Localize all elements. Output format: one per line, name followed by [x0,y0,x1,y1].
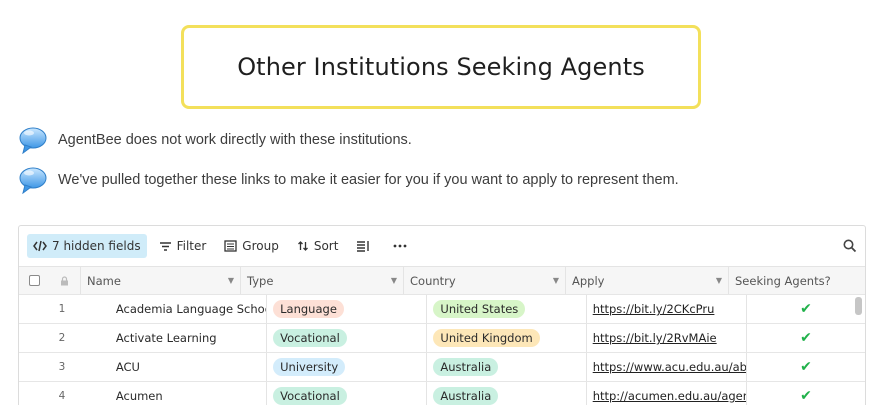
search-button[interactable] [843,239,857,253]
row-checkbox-cell [19,382,49,405]
country-tag: United States [433,300,526,318]
filter-button[interactable]: Filter [153,234,213,258]
table-body: 1 Academia Language School Language United … [19,295,865,405]
row-checkbox-cell [19,295,49,323]
filter-icon [159,241,171,251]
checkmark-icon: ✔ [800,301,812,317]
chevron-down-icon[interactable]: ▼ [391,276,397,285]
country-cell[interactable]: United States [427,295,587,323]
table-row[interactable]: 2 Activate Learning Vocational United Kingd… [19,324,865,353]
more-options-button[interactable] [387,234,418,258]
table-row[interactable]: 4 Acumen Vocational Australia http://acumen.… [19,382,865,405]
table-header: Name ▼ Type ▼ Country ▼ Apply ▼ Seeking … [19,267,865,295]
name-cell[interactable]: Acumen [110,382,268,405]
speech-bubble-icon [19,127,47,154]
apply-link[interactable]: https://bit.ly/2CKcPru [593,302,715,316]
hidden-fields-button[interactable]: 7 hidden fields [27,234,147,258]
note-text: We've pulled together these links to mak… [58,172,679,188]
search-icon [843,239,857,253]
sort-label: Sort [313,239,339,253]
row-height-icon [357,241,370,252]
checkmark-icon: ✔ [800,388,812,404]
code-icon [33,240,47,252]
name-value: Academia Language School [115,302,268,316]
seeking-cell[interactable]: ✔ [747,382,865,405]
apply-cell[interactable]: https://www.acu.edu.au/ab... [587,353,747,381]
checkmark-icon: ✔ [800,330,812,346]
name-value: Acumen [115,389,163,403]
seeking-cell[interactable]: ✔ [747,295,865,323]
chevron-down-icon[interactable]: ▼ [716,276,722,285]
grid-toolbar: 7 hidden fields Filter Group Sort [19,226,865,267]
type-cell[interactable]: Vocational [267,382,428,405]
group-button[interactable]: Group [218,234,285,258]
country-tag: United Kingdom [433,329,540,347]
name-cell[interactable]: Activate Learning [110,324,268,352]
column-header-country[interactable]: Country ▼ [404,267,566,294]
apply-link[interactable]: http://acumen.edu.au/agen... [593,389,746,403]
country-cell[interactable]: Australia [427,353,587,381]
column-header-seeking[interactable]: Seeking Agents? [729,267,849,294]
sort-button[interactable]: Sort [291,234,345,258]
name-value: ACU [115,360,140,374]
note-2: We've pulled together these links to mak… [18,166,679,194]
seeking-cell[interactable]: ✔ [747,353,865,381]
table-row[interactable]: 1 Academia Language School Language United … [19,295,865,324]
apply-cell[interactable]: http://acumen.edu.au/agen... [587,382,747,405]
column-header-name[interactable]: Name ▼ [81,267,241,294]
checkmark-icon: ✔ [800,359,812,375]
type-cell[interactable]: Language [267,295,428,323]
name-cell[interactable]: ACU [110,353,268,381]
row-height-button[interactable] [350,234,381,258]
type-tag: Vocational [273,329,347,347]
name-value: Activate Learning [115,331,217,345]
group-icon [224,240,237,252]
country-tag: Australia [433,387,499,405]
apply-link[interactable]: https://bit.ly/2RvMAie [593,331,717,345]
row-number: 2 [58,332,66,344]
lock-icon [49,267,81,294]
page-title: Other Institutions Seeking Agents [237,53,645,81]
chevron-down-icon[interactable]: ▼ [228,276,234,285]
column-header-type[interactable]: Type ▼ [241,267,404,294]
note-text: AgentBee does not work directly with the… [58,132,412,148]
hidden-fields-label: 7 hidden fields [52,239,141,253]
apply-link[interactable]: https://www.acu.edu.au/ab... [593,360,746,374]
row-number: 3 [58,361,66,373]
type-cell[interactable]: University [267,353,428,381]
apply-cell[interactable]: https://bit.ly/2CKcPru [587,295,747,323]
country-cell[interactable]: Australia [427,382,587,405]
data-grid: 7 hidden fields Filter Group Sort Name ▼… [18,225,866,405]
apply-cell[interactable]: https://bit.ly/2RvMAie [587,324,747,352]
vertical-scrollbar[interactable] [855,297,862,315]
chevron-down-icon[interactable]: ▼ [553,276,559,285]
select-all-checkbox[interactable] [19,267,49,294]
title-box: Other Institutions Seeking Agents [181,25,701,109]
column-header-apply[interactable]: Apply ▼ [566,267,729,294]
note-1: AgentBee does not work directly with the… [18,126,412,154]
type-cell[interactable]: Vocational [267,324,428,352]
row-checkbox-cell [19,353,49,381]
type-tag: Language [273,300,344,318]
speech-bubble-icon [19,167,47,194]
type-tag: University [273,358,346,376]
sort-icon [297,241,308,251]
filter-label: Filter [176,239,207,253]
type-tag: Vocational [273,387,347,405]
table-row[interactable]: 3 ACU University Australia https://www.acu.e… [19,353,865,382]
more-icon [394,244,407,248]
country-tag: Australia [433,358,499,376]
row-number: 1 [58,303,66,315]
row-number: 4 [58,390,66,402]
row-checkbox-cell [19,324,49,352]
seeking-cell[interactable]: ✔ [747,324,865,352]
name-cell[interactable]: Academia Language School [110,295,268,323]
group-label: Group [242,239,279,253]
country-cell[interactable]: United Kingdom [427,324,587,352]
